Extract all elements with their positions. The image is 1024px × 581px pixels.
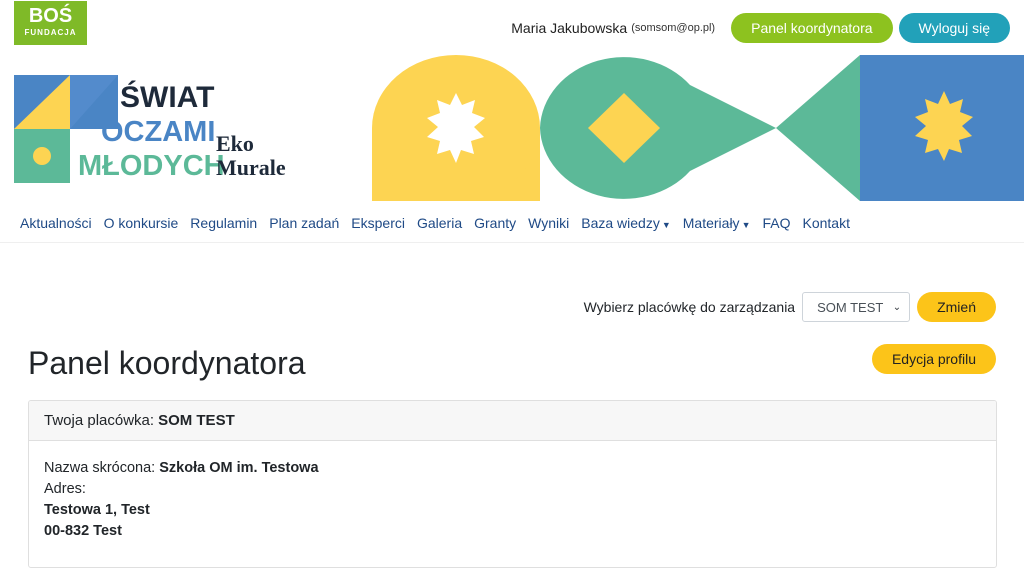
- nav-item-granty[interactable]: Granty: [468, 215, 522, 231]
- change-facility-button[interactable]: Zmień: [917, 292, 996, 322]
- short-name-label: Nazwa skrócona:: [44, 460, 156, 476]
- banner-illustration: [372, 55, 1024, 201]
- short-name-row: Nazwa skrócona: Szkoła OM im. Testowa: [44, 458, 981, 479]
- nav-item-galeria[interactable]: Galeria: [411, 215, 468, 231]
- chevron-down-icon: ⌄: [892, 301, 902, 313]
- nav-divider: [0, 242, 1024, 243]
- facility-select-row: Wybierz placówkę do zarządzania SOM TEST…: [584, 292, 996, 322]
- facility-header-value: SOM TEST: [158, 412, 235, 429]
- facility-select-label: Wybierz placówkę do zarządzania: [583, 299, 796, 315]
- logo-sub-line-2: Murale: [216, 155, 286, 180]
- nav-item-plan-zadan[interactable]: Plan zadań: [263, 215, 345, 231]
- nav-item-aktualnosci[interactable]: Aktualności: [14, 215, 98, 231]
- nav-item-faq[interactable]: FAQ: [756, 215, 796, 231]
- logout-button[interactable]: Wyloguj się: [898, 13, 1010, 43]
- bos-logo-text: BOŚ: [28, 5, 73, 27]
- nav-item-label: Materiały: [682, 214, 740, 231]
- edit-profile-button[interactable]: Edycja profilu: [871, 344, 996, 374]
- nav-item-regulamin[interactable]: Regulamin: [184, 215, 263, 231]
- address-label: Adres:: [44, 481, 86, 497]
- caret-down-icon: ▼: [661, 219, 671, 230]
- facility-card-header: Twoja placówka: SOM TEST: [29, 401, 996, 441]
- nav-item-eksperci[interactable]: Eksperci: [345, 215, 411, 231]
- nav-item-baza-wiedzy[interactable]: Baza wiedzy ▼: [575, 215, 677, 231]
- main-nav: Aktualności O konkursie Regulamin Plan z…: [14, 206, 856, 239]
- logo-sun-icon: [33, 147, 51, 165]
- logo-line-1: ŚWIAT: [120, 80, 214, 114]
- caret-down-icon: ▼: [741, 219, 751, 230]
- logo-sub-line-1: Eko: [216, 131, 254, 156]
- banner-green-triangle: [776, 55, 860, 201]
- page-title: Panel koordynatora: [28, 345, 306, 381]
- nav-item-label: Baza wiedzy: [581, 214, 660, 231]
- nav-item-kontakt[interactable]: Kontakt: [797, 215, 856, 231]
- facility-card: Twoja placówka: SOM TEST Nazwa skrócona:…: [28, 400, 997, 568]
- facility-card-body: Nazwa skrócona: Szkoła OM im. Testowa Ad…: [29, 441, 996, 559]
- logo-line-2: OCZAMI: [101, 116, 215, 148]
- address-line-1: Testowa 1, Test: [44, 502, 150, 518]
- nav-item-wyniki[interactable]: Wyniki: [522, 215, 575, 231]
- bos-fundacja-logo[interactable]: BOŚ FUNDACJA: [14, 1, 87, 45]
- facility-select[interactable]: SOM TEST ⌄: [802, 292, 911, 322]
- facility-select-value: SOM TEST: [817, 299, 884, 315]
- swiat-oczami-mlodych-logo[interactable]: ŚWIAT OCZAMI MŁODYCH Eko Murale: [14, 75, 286, 183]
- user-name: Maria Jakubowska: [511, 20, 628, 36]
- nav-item-o-konkursie[interactable]: O konkursie: [98, 215, 185, 231]
- nav-item-materialy[interactable]: Materiały ▼: [677, 215, 757, 231]
- address-line-2: 00-832 Test: [44, 523, 122, 539]
- user-email: (somsom@op.pl): [631, 22, 716, 34]
- bos-logo-subtext: FUNDACJA: [24, 28, 77, 37]
- facility-header-label: Twoja placówka:: [44, 412, 155, 429]
- logo-line-3: MŁODYCH: [78, 150, 225, 182]
- short-name-value: Szkoła OM im. Testowa: [159, 460, 319, 476]
- user-area: Maria Jakubowska (somsom@op.pl) Panel ko…: [511, 13, 1010, 43]
- coordinator-panel-button[interactable]: Panel koordynatora: [731, 13, 893, 43]
